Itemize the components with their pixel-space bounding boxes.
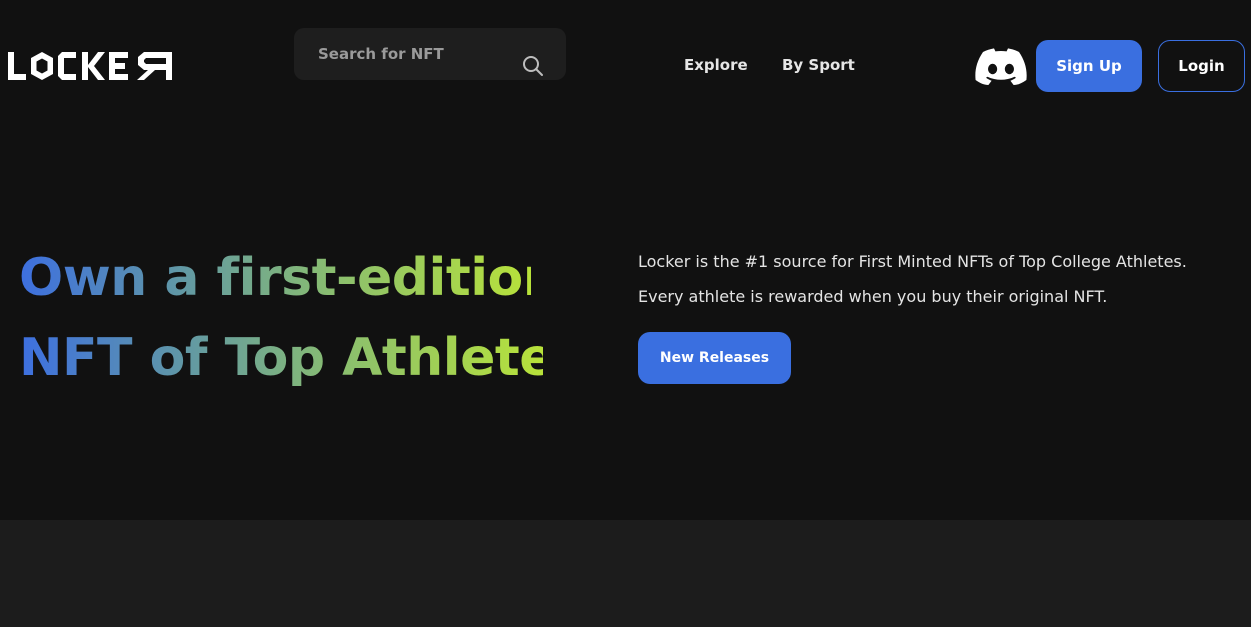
hero-description-line-1: Locker is the #1 source for First Minted… — [638, 252, 1187, 271]
nav-explore-link[interactable]: Explore — [684, 56, 748, 74]
new-releases-button[interactable]: New Releases — [638, 332, 791, 384]
discord-icon[interactable] — [975, 47, 1027, 85]
hero-section: Explore By Sport Sign Up Login Own a fir… — [0, 0, 1251, 520]
nav-by-sport-link[interactable]: By Sport — [782, 56, 855, 74]
locker-logo-mark — [8, 52, 172, 80]
login-button[interactable]: Login — [1158, 40, 1245, 92]
hero-description-line-2: Every athlete is rewarded when you buy t… — [638, 287, 1108, 306]
search-input[interactable] — [318, 42, 508, 66]
hero-title-line-2: NFT of Top Athletes — [19, 318, 585, 398]
hero-title: Own a first-edition NFT of Top Athletes — [19, 238, 599, 398]
hero-description: Locker is the #1 source for First Minted… — [638, 244, 1238, 314]
sign-up-button[interactable]: Sign Up — [1036, 40, 1142, 92]
search-icon[interactable] — [522, 55, 544, 77]
page: Explore By Sport Sign Up Login Own a fir… — [0, 0, 1251, 627]
search-box[interactable] — [294, 28, 566, 80]
hero-title-line-1: Own a first-edition — [19, 238, 560, 318]
locker-logo[interactable] — [8, 46, 174, 86]
content-section — [0, 520, 1251, 627]
